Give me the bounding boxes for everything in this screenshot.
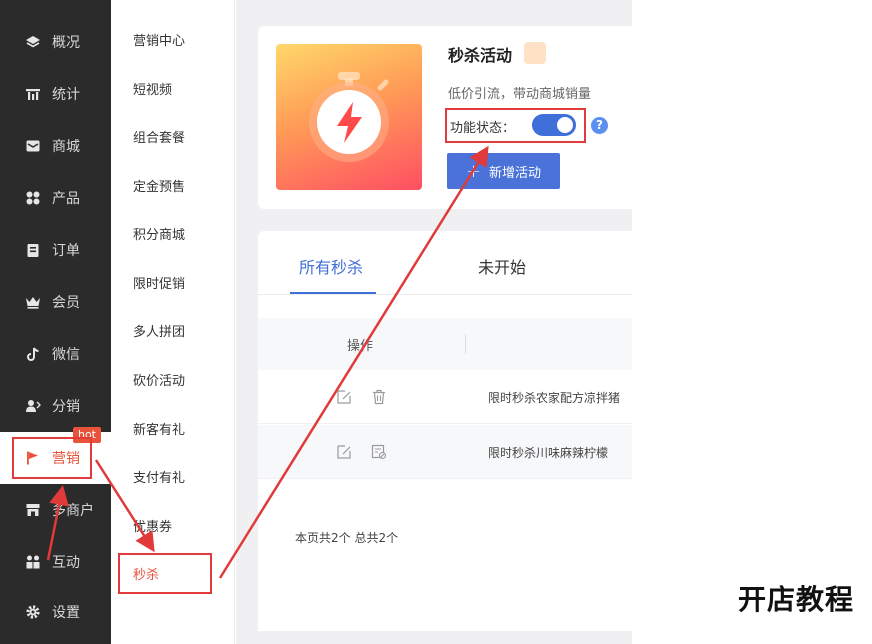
add-activity-button[interactable]: + 新增活动 [447,153,560,189]
main-sidebar: 概况 统计 商城 产品 订单 会员 微信 分销 营销 多商户 互动 设置 [0,0,111,644]
edit-icon[interactable] [335,443,353,461]
user-share-icon [24,397,42,415]
table-row: 限时秒杀川味麻辣柠檬 [258,425,632,479]
stopwatch-illustration [276,44,422,190]
tab-not-started[interactable]: 未开始 [478,254,526,278]
users-icon [24,553,42,571]
layers-icon [24,33,42,51]
pagination-summary: 本页共2个 总共2个 [295,531,399,545]
table-header: 操作 [258,318,632,370]
watermark-text: 开店教程 [738,583,855,616]
nav-label: 产品 [52,191,80,207]
nav-item-products[interactable]: 产品 [0,172,111,224]
add-activity-label: 新增活动 [489,165,542,181]
submenu-item[interactable]: 砍价活动 [133,372,185,392]
column-divider [465,334,466,354]
screen: 概况 统计 商城 产品 订单 会员 微信 分销 营销 多商户 互动 设置 hot… [0,0,872,644]
title-blur [524,42,546,64]
edit-icon[interactable] [335,388,353,406]
submenu-item[interactable]: 营销中心 [133,32,185,52]
row-name: 限时秒杀农家配方凉拌猪 [488,391,621,405]
mail-icon [24,137,42,155]
nav-label: 订单 [52,243,80,259]
submenu-item[interactable]: 优惠券 [133,518,172,538]
highlight-box-marketing [12,437,92,479]
disable-icon[interactable] [370,443,388,461]
tabs-divider [258,294,632,295]
submenu-item[interactable]: 定金预售 [133,178,185,198]
store-icon [24,501,42,519]
card-description: 低价引流，带动商城销量 [448,87,592,102]
submenu-item[interactable]: 积分商城 [133,226,185,246]
plus-icon: + [465,160,482,182]
submenu-item[interactable]: 限时促销 [133,275,185,295]
submenu-item[interactable]: 多人拼团 [133,323,185,343]
nav-label: 微信 [52,347,80,363]
nav-item-distribution[interactable]: 分销 [0,380,111,432]
submenu-item[interactable]: 支付有礼 [133,469,185,489]
tiktok-icon [24,345,42,363]
nav-item-mall[interactable]: 商城 [0,120,111,172]
marketing-submenu: 营销中心 短视频 组合套餐 定金预售 积分商城 限时促销 多人拼团 砍价活动 新… [111,0,235,644]
nav-label: 互动 [52,555,80,571]
highlight-box-seckill [118,553,212,594]
nav-label: 设置 [52,605,80,621]
nav-item-wechat[interactable]: 微信 [0,328,111,380]
help-icon[interactable]: ? [591,117,608,134]
nav-label: 分销 [52,399,80,415]
tab-all-seckill[interactable]: 所有秒杀 [299,254,363,278]
nav-item-interaction[interactable]: 互动 [0,536,111,588]
nav-label: 会员 [52,295,80,311]
submenu-item[interactable]: 组合套餐 [133,129,185,149]
nav-item-members[interactable]: 会员 [0,276,111,328]
submenu-item[interactable]: 短视频 [133,81,172,101]
column-actions: 操作 [347,339,374,354]
submenu-item[interactable]: 新客有礼 [133,421,185,441]
table-row: 限时秒杀农家配方凉拌猪 [258,370,632,424]
nav-item-overview[interactable]: 概况 [0,16,111,68]
nav-label: 商城 [52,139,80,155]
card-title: 秒杀活动 [448,46,513,65]
crown-icon [24,293,42,311]
row-name: 限时秒杀川味麻辣柠檬 [488,446,609,460]
grid-icon [24,189,42,207]
nav-label: 统计 [52,87,80,103]
nav-item-orders[interactable]: 订单 [0,224,111,276]
highlight-box-status [445,108,586,143]
clipboard-icon [24,241,42,259]
nav-label: 多商户 [52,503,94,519]
nav-label: 概况 [52,35,80,51]
nav-item-settings[interactable]: 设置 [0,586,111,638]
gear-icon [24,603,42,621]
nav-item-multi-merchant[interactable]: 多商户 [0,484,111,536]
chart-icon [24,85,42,103]
delete-icon[interactable] [370,388,388,406]
nav-item-stats[interactable]: 统计 [0,68,111,120]
